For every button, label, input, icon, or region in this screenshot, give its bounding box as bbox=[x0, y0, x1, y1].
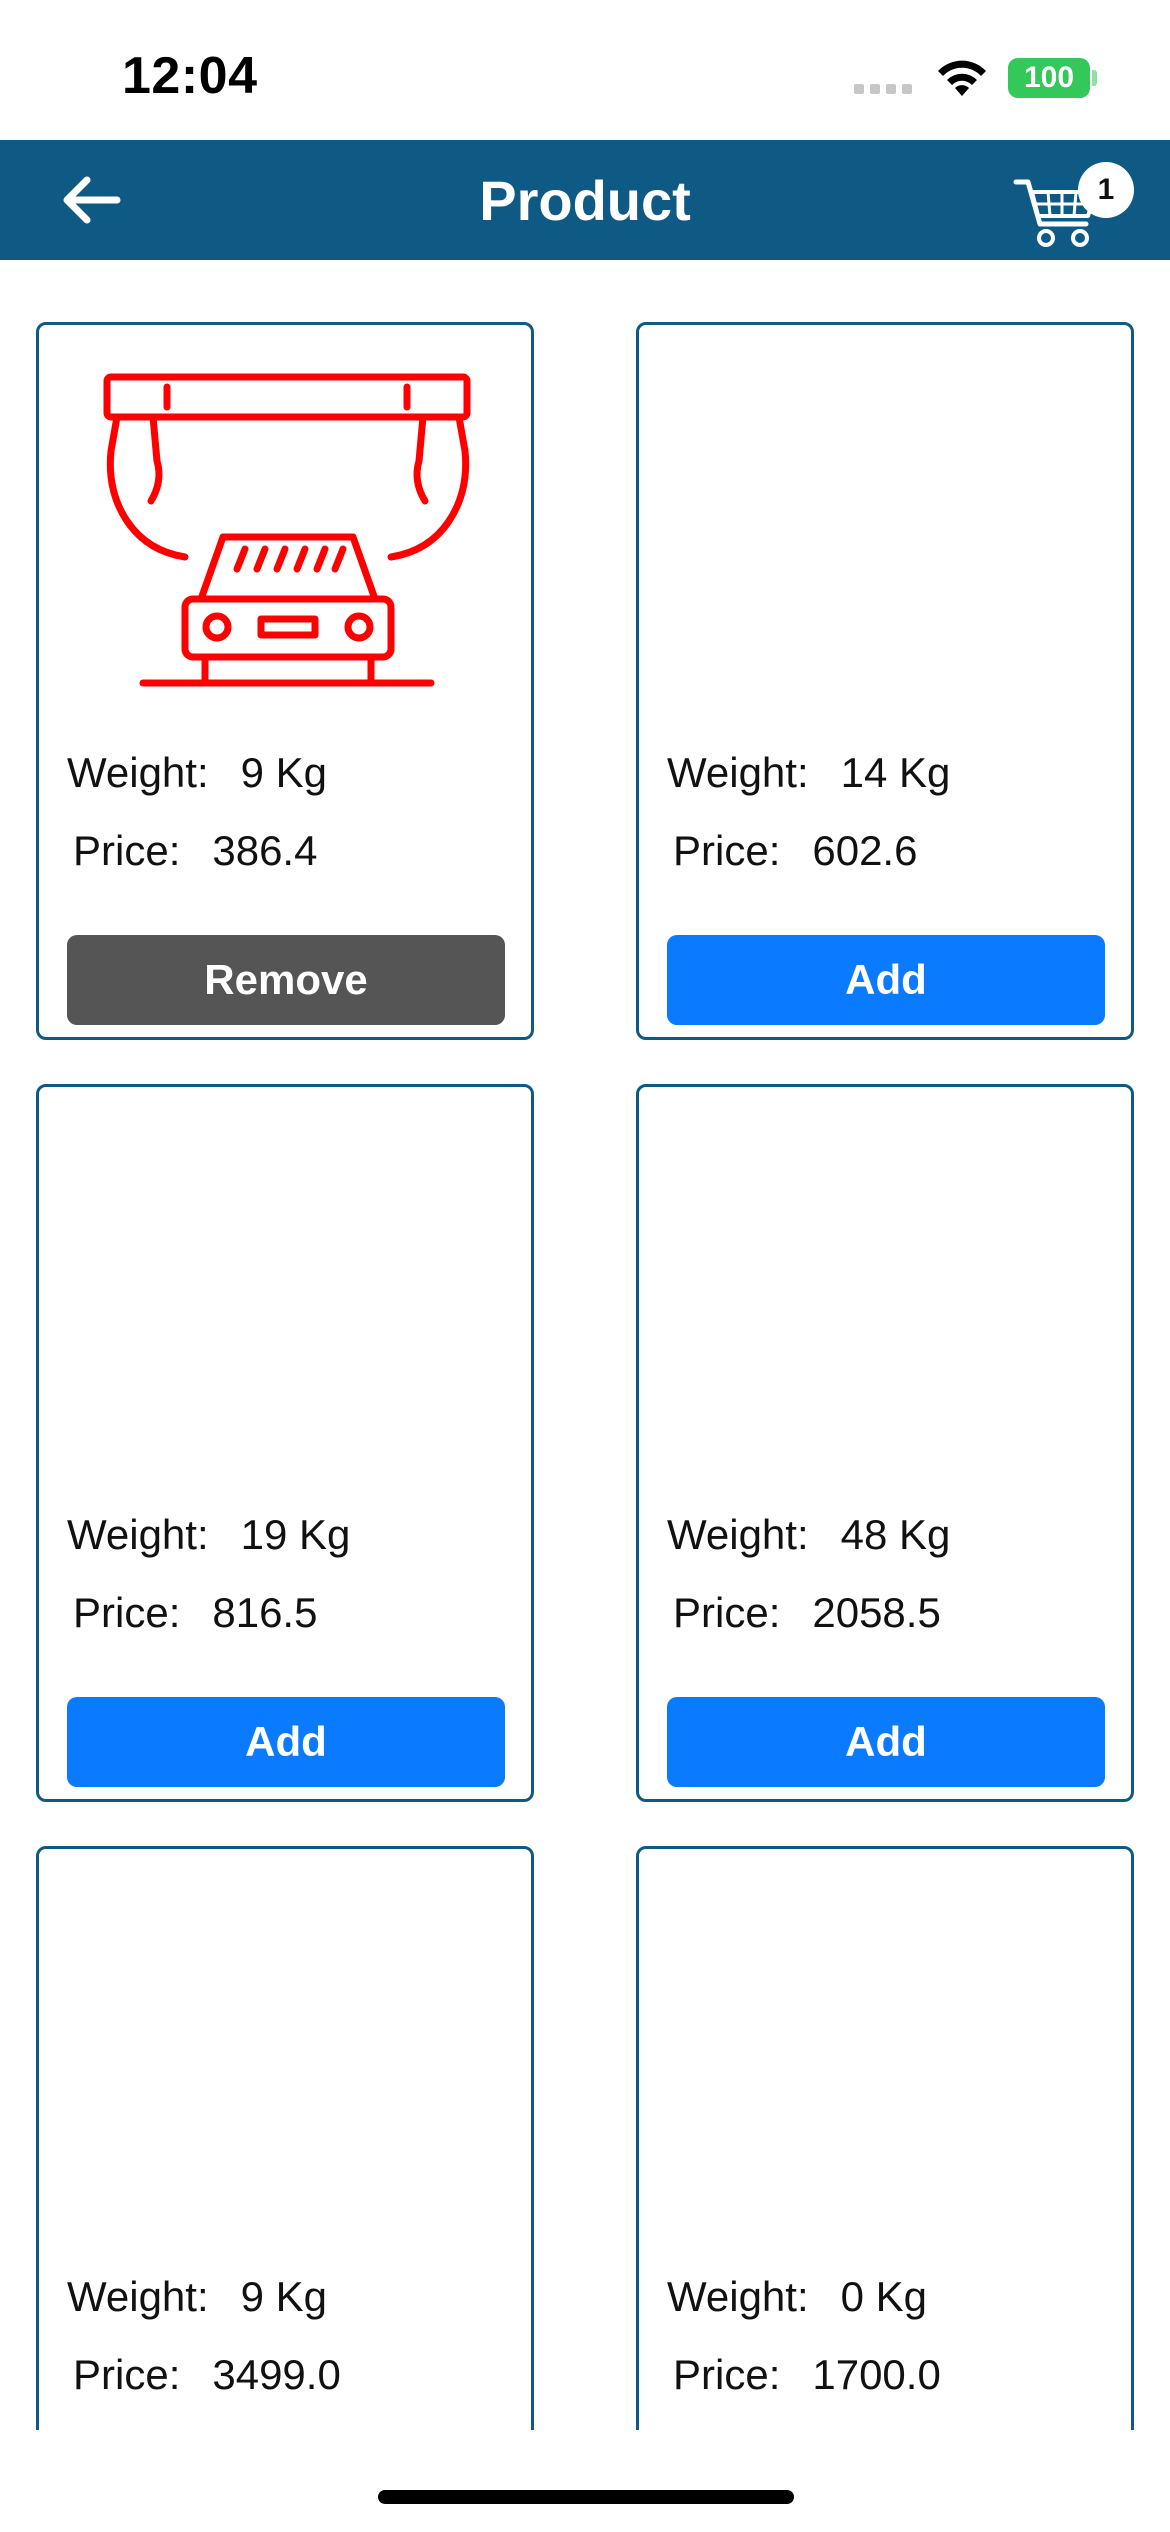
cellular-signal-icon bbox=[854, 84, 912, 94]
price-value: 386.4 bbox=[212, 827, 318, 874]
product-weight: Weight: 48 Kg bbox=[667, 1511, 950, 1559]
navigation-bar: Product 1 bbox=[0, 140, 1170, 260]
weight-label: Weight: bbox=[67, 749, 209, 796]
cart-button[interactable]: 1 bbox=[1012, 150, 1136, 254]
weight-label: Weight: bbox=[667, 2273, 809, 2320]
product-screen: 12:04 100 Product 1 Weight: 9 Kg Price: … bbox=[0, 0, 1170, 2532]
battery-icon: 100 bbox=[1008, 58, 1090, 98]
weight-label: Weight: bbox=[67, 1511, 209, 1558]
home-indicator[interactable] bbox=[378, 2490, 794, 2504]
product-price: Price: 816.5 bbox=[73, 1589, 317, 1637]
product-card[interactable]: Weight: 19 Kg Price: 816.5 Add bbox=[36, 1084, 534, 1802]
cart-count-badge: 1 bbox=[1078, 162, 1134, 218]
weight-label: Weight: bbox=[667, 1511, 809, 1558]
weight-value: 9 Kg bbox=[240, 749, 328, 796]
status-bar: 12:04 100 bbox=[0, 0, 1170, 140]
price-value: 2058.5 bbox=[812, 1589, 941, 1636]
price-label: Price: bbox=[673, 1589, 781, 1636]
price-label: Price: bbox=[73, 827, 181, 874]
product-price: Price: 1700.0 bbox=[673, 2351, 941, 2399]
product-price: Price: 386.4 bbox=[73, 827, 317, 875]
wifi-icon bbox=[938, 60, 986, 96]
product-price: Price: 602.6 bbox=[673, 827, 917, 875]
weight-value: 0 Kg bbox=[840, 2273, 928, 2320]
price-value: 602.6 bbox=[812, 827, 918, 874]
price-value: 816.5 bbox=[212, 1589, 318, 1636]
page-title: Product bbox=[479, 169, 691, 232]
weight-value: 9 Kg bbox=[240, 2273, 328, 2320]
battery-tip bbox=[1092, 70, 1097, 86]
product-card[interactable]: Weight: 9 Kg Price: 386.4 Remove bbox=[36, 322, 534, 1040]
product-price: Price: 2058.5 bbox=[673, 1589, 941, 1637]
weight-label: Weight: bbox=[667, 749, 809, 796]
add-button[interactable]: Add bbox=[667, 1697, 1105, 1787]
price-label: Price: bbox=[673, 2351, 781, 2398]
product-card[interactable]: Weight: 48 Kg Price: 2058.5 Add bbox=[636, 1084, 1134, 1802]
status-time: 12:04 bbox=[122, 47, 258, 105]
price-label: Price: bbox=[73, 2351, 181, 2398]
weight-value: 19 Kg bbox=[240, 1511, 351, 1558]
price-label: Price: bbox=[673, 827, 781, 874]
weight-value: 14 Kg bbox=[840, 749, 951, 796]
weight-label: Weight: bbox=[67, 2273, 209, 2320]
price-value: 1700.0 bbox=[812, 2351, 941, 2398]
product-weight: Weight: 19 Kg bbox=[67, 1511, 350, 1559]
product-weight: Weight: 14 Kg bbox=[667, 749, 950, 797]
price-value: 3499.0 bbox=[212, 2351, 341, 2398]
product-card[interactable]: Weight: 14 Kg Price: 602.6 Add bbox=[636, 322, 1134, 1040]
product-weight: Weight: 9 Kg bbox=[67, 749, 327, 797]
car-wash-icon bbox=[103, 373, 471, 687]
price-label: Price: bbox=[73, 1589, 181, 1636]
bottom-safe-area bbox=[0, 2430, 1170, 2532]
add-button[interactable]: Add bbox=[67, 1697, 505, 1787]
add-button[interactable]: Add bbox=[667, 935, 1105, 1025]
weight-value: 48 Kg bbox=[840, 1511, 951, 1558]
remove-button[interactable]: Remove bbox=[67, 935, 505, 1025]
product-grid: Weight: 9 Kg Price: 386.4 Remove Weight: 14… bbox=[36, 322, 1136, 2532]
battery-level: 100 bbox=[1023, 61, 1075, 94]
product-weight: Weight: 9 Kg bbox=[67, 2273, 327, 2321]
product-weight: Weight: 0 Kg bbox=[667, 2273, 927, 2321]
product-price: Price: 3499.0 bbox=[73, 2351, 341, 2399]
